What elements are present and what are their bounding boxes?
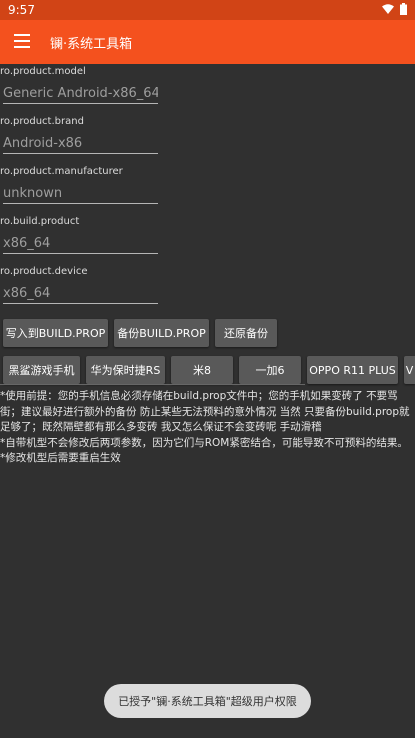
app-title: 镧·系统工具箱 [50, 37, 133, 52]
field-label: ro.product.brand [0, 116, 84, 127]
preset-mi8-button[interactable]: 米8 [171, 356, 233, 384]
field-brand: ro.product.brand [0, 116, 415, 154]
toast-message: 已授予"镧·系统工具箱"超级用户权限 [104, 684, 311, 718]
divider [0, 384, 305, 385]
model-input[interactable] [3, 83, 158, 104]
status-icons [382, 3, 407, 15]
device-input[interactable] [3, 283, 158, 304]
field-label: ro.product.model [0, 66, 86, 77]
preset-blackshark-button[interactable]: 黑鲨游戏手机 [3, 356, 80, 384]
backup-build-prop-button[interactable]: 备份BUILD.PROP [114, 319, 209, 347]
wifi-icon [382, 4, 394, 14]
hamburger-menu-icon[interactable] [14, 34, 30, 48]
field-label: ro.build.product [0, 216, 80, 227]
field-build-product: ro.build.product [0, 216, 415, 254]
battery-icon [400, 3, 407, 15]
app-toolbar: 镧·系统工具箱 [0, 20, 415, 64]
note-reboot: *修改机型后需要重启生效 [0, 452, 121, 464]
manufacturer-input[interactable] [3, 183, 158, 204]
status-bar: 9:57 [0, 0, 415, 20]
brand-input[interactable] [3, 133, 158, 154]
preset-oneplus6-button[interactable]: 一加6 [239, 356, 301, 384]
build-product-input[interactable] [3, 233, 158, 254]
preset-oppo-r11-button[interactable]: OPPO R11 PLUS [307, 356, 398, 384]
field-model: ro.product.model [0, 66, 415, 104]
field-label: ro.product.device [0, 266, 88, 277]
note-preset-limitation: *自带机型不会修改后两项参数，因为它们与ROM紧密结合，可能导致不可预料的结果。 [0, 436, 408, 449]
field-manufacturer: ro.product.manufacturer [0, 166, 415, 204]
restore-backup-button[interactable]: 还原备份 [215, 319, 277, 347]
field-device: ro.product.device [0, 266, 415, 304]
notes: *使用前提：您的手机信息必须存储在build.prop文件中；您的手机如果变砖了… [0, 389, 412, 467]
preset-next-button[interactable]: V [404, 356, 415, 384]
write-build-prop-button[interactable]: 写入到BUILD.PROP [3, 319, 108, 347]
status-time: 9:57 [8, 3, 35, 17]
preset-huawei-porsche-button[interactable]: 华为保时捷RS [86, 356, 165, 384]
note-precondition: *使用前提：您的手机信息必须存储在build.prop文件中；您的手机如果变砖了… [0, 390, 410, 433]
field-label: ro.product.manufacturer [0, 166, 123, 177]
